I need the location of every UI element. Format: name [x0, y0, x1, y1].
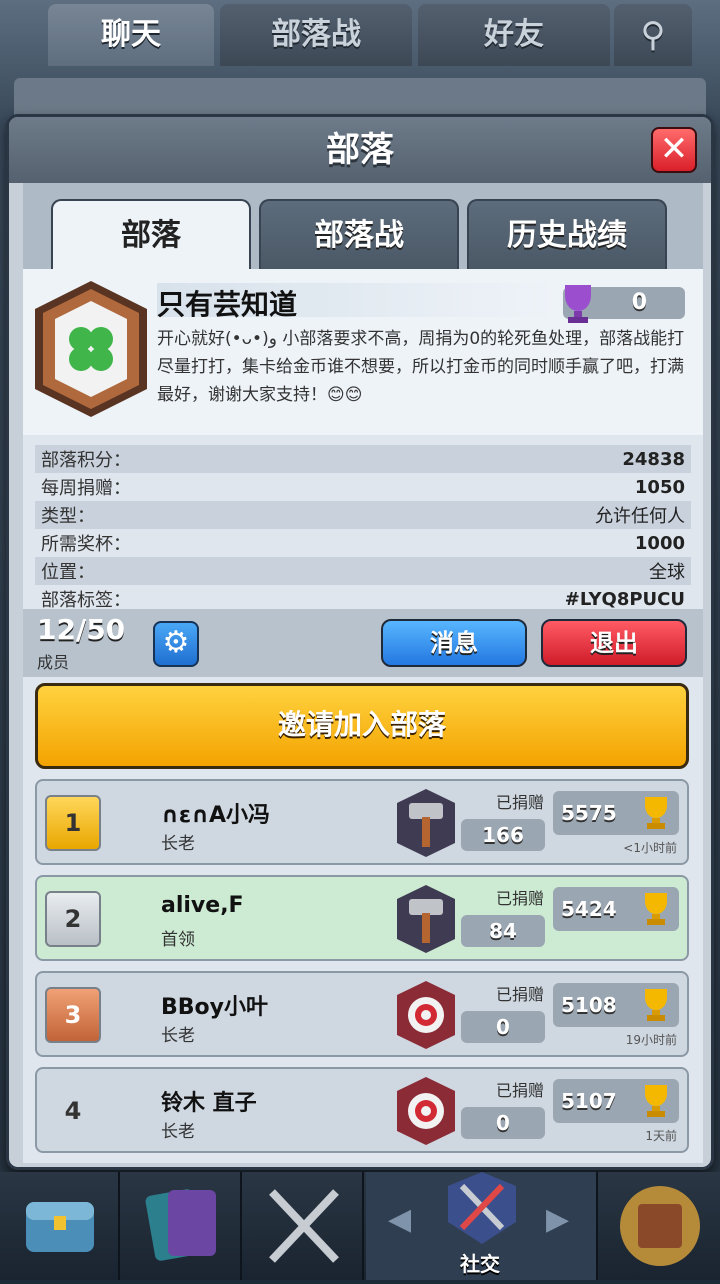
trophy-icon [565, 285, 591, 323]
hammer-arena-icon [397, 885, 455, 953]
rank-badge: 1 [45, 795, 101, 851]
member-label: 成员 [37, 653, 70, 672]
members-bar: 12/50 成员 ⚙ 消息 退出 [23, 609, 703, 677]
stat-label: 部落积分： [41, 450, 131, 471]
trophy-value: 5424 [561, 897, 617, 921]
tab-clan-war-modal[interactable]: 部落战 [259, 199, 459, 269]
stat-value: 1050 [634, 476, 685, 498]
clan-info: 只有芸知道 0 开心就好(•ᴗ•)و 小部落要求不高，周捐为0的轮死鱼处理，部落… [23, 269, 703, 435]
member-row[interactable]: 2 alive,F 首领 已捐赠 84 5424 [35, 875, 689, 961]
donated-label: 已捐赠 [495, 985, 544, 1004]
stat-value: 全球 [649, 562, 685, 583]
stat-row: 类型： 允许任何人 [35, 501, 691, 529]
stat-label: 类型： [41, 506, 95, 527]
search-icon[interactable]: ⚲ [614, 4, 692, 66]
close-icon: ✕ [659, 129, 689, 169]
modal-tabs: 部落 部落战 历史战绩 [23, 183, 703, 269]
clan-description: 开心就好(•ᴗ•)و 小部落要求不高，周捐为0的轮死鱼处理，部落战能打尽量打打，… [157, 329, 685, 405]
stat-value: #LYQ8PUCU [564, 588, 685, 610]
clan-modal: 部落 ✕ 部落 部落战 历史战绩 只有芸知道 0 开心就好(•ᴗ•)و 小部落要… [6, 114, 714, 1170]
member-role: 长老 [161, 1122, 195, 1142]
member-name: alive,F [161, 893, 244, 918]
bottom-nav: ◀ ▶ 社交 [0, 1172, 720, 1280]
member-row[interactable]: 3 BBoy小叶 长老 已捐赠 0 5108 19小时前 [35, 971, 689, 1057]
member-role: 长老 [161, 834, 195, 854]
stat-row: 每周捐赠： 1050 [35, 473, 691, 501]
trophy-icon [645, 1085, 667, 1117]
trophy-value: 5108 [561, 993, 617, 1017]
trophy-value: 5575 [561, 801, 617, 825]
member-count: 12/50 [37, 613, 126, 646]
leave-button[interactable]: 退出 [541, 619, 687, 667]
clan-name: 只有芸知道 [157, 283, 557, 321]
member-role: 首领 [161, 930, 195, 950]
member-role: 长老 [161, 1026, 195, 1046]
battle-swords-icon[interactable] [244, 1172, 364, 1280]
rank-badge: 2 [45, 891, 101, 947]
trophy-icon [645, 893, 667, 925]
top-tabs: 聊天 部落战 好友 ⚲ [0, 0, 720, 66]
tab-chat[interactable]: 聊天 [48, 4, 214, 66]
donated-label: 已捐赠 [495, 1081, 544, 1100]
trophy-box: 5107 [553, 1079, 679, 1123]
trophy-box: 5108 [553, 983, 679, 1027]
events-icon[interactable] [600, 1172, 720, 1280]
clan-badge-icon [35, 281, 147, 417]
trophy-icon [645, 989, 667, 1021]
clan-trophy-value: 0 [631, 290, 647, 315]
gear-icon: ⚙ [162, 625, 190, 660]
stat-value: 24838 [622, 448, 685, 470]
tab-friends[interactable]: 好友 [418, 4, 610, 66]
invite-button[interactable]: 邀请加入部落 [35, 683, 689, 769]
clan-trophy-box: 0 [563, 285, 685, 323]
stat-label: 位置： [41, 562, 95, 583]
donated-label: 已捐赠 [495, 793, 544, 812]
trophy-box: 5575 [553, 791, 679, 835]
member-name: ∩ε∩A小冯 [161, 803, 271, 828]
tab-clan[interactable]: 部落 [51, 199, 251, 269]
last-seen: <1小时前 [623, 841, 677, 855]
settings-button[interactable]: ⚙ [153, 621, 199, 667]
trophy-box: 5424 [553, 887, 679, 931]
member-name: BBoy小叶 [161, 995, 268, 1020]
last-seen: 1天前 [645, 1129, 677, 1143]
last-seen: 19小时前 [625, 1033, 677, 1047]
member-name: 铃木 直子 [161, 1091, 257, 1116]
stat-value: 允许任何人 [595, 506, 685, 527]
trophy-value: 5107 [561, 1089, 617, 1113]
stat-value: 1000 [634, 532, 685, 554]
social-tab-label: 社交 [460, 1252, 500, 1276]
stat-label: 所需奖杯： [41, 534, 131, 555]
modal-title: 部落 [9, 117, 711, 183]
stat-label: 每周捐赠： [41, 478, 131, 499]
stat-row: 位置： 全球 [35, 557, 691, 585]
donated-value: 84 [461, 915, 545, 947]
tab-clan-war[interactable]: 部落战 [220, 4, 412, 66]
target-arena-icon [397, 1077, 455, 1145]
donated-value: 0 [461, 1107, 545, 1139]
donated-value: 0 [461, 1011, 545, 1043]
donated-label: 已捐赠 [495, 889, 544, 908]
donated-value: 166 [461, 819, 545, 851]
chevron-right-icon: ▶ [546, 1202, 570, 1237]
close-button[interactable]: ✕ [651, 127, 697, 173]
target-arena-icon [397, 981, 455, 1049]
stat-row: 部落积分： 24838 [35, 445, 691, 473]
member-row[interactable]: 1 ∩ε∩A小冯 长老 已捐赠 166 5575 <1小时前 [35, 779, 689, 865]
social-shield-icon [448, 1172, 516, 1244]
stat-row: 所需奖杯： 1000 [35, 529, 691, 557]
hammer-arena-icon [397, 789, 455, 857]
message-button[interactable]: 消息 [381, 619, 527, 667]
trophy-icon [645, 797, 667, 829]
member-row[interactable]: 4 铃木 直子 长老 已捐赠 0 5107 1天前 [35, 1067, 689, 1153]
cards-icon[interactable] [122, 1172, 242, 1280]
rank-badge: 4 [45, 1083, 101, 1139]
shop-chest-icon[interactable] [0, 1172, 120, 1280]
member-list: 1 ∩ε∩A小冯 长老 已捐赠 166 5575 <1小时前 2 alive,F… [35, 779, 689, 1163]
clan-stats: 部落积分： 24838 每周捐赠： 1050 类型： 允许任何人 所需奖杯： 1000 … [35, 445, 691, 613]
modal-content: 部落 部落战 历史战绩 只有芸知道 0 开心就好(•ᴗ•)و 小部落要求不高，周… [23, 183, 703, 1163]
chevron-left-icon: ◀ [388, 1202, 412, 1237]
tab-war-history[interactable]: 历史战绩 [467, 199, 667, 269]
rank-badge: 3 [45, 987, 101, 1043]
